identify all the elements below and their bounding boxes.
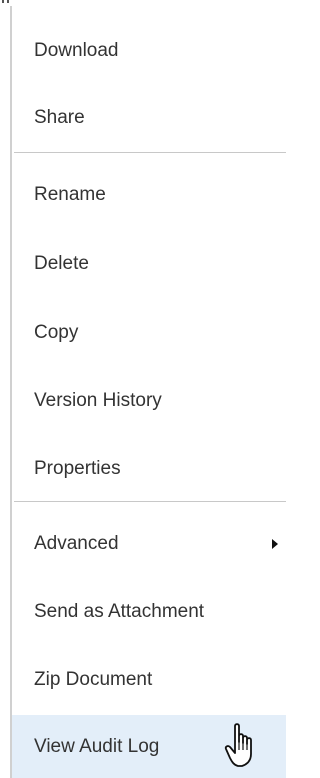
- menu-item-label: Share: [34, 107, 85, 128]
- menu-separator: [14, 152, 286, 153]
- menu-item-copy[interactable]: Copy: [12, 304, 286, 362]
- menu-item-delete[interactable]: Delete: [12, 235, 286, 293]
- menu-item-rename[interactable]: Rename: [12, 166, 286, 224]
- menu-item-label: Zip Document: [34, 669, 153, 690]
- menu-item-advanced[interactable]: Advanced: [12, 515, 286, 573]
- menu-item-share[interactable]: Share: [12, 89, 286, 147]
- menu-item-label: Copy: [34, 322, 79, 343]
- menu-item-download[interactable]: Download: [12, 22, 286, 80]
- menu-item-label: Advanced: [34, 533, 119, 554]
- menu-separator: [14, 501, 286, 502]
- submenu-arrow-icon: [272, 539, 278, 549]
- menu-item-label: Send as Attachment: [34, 601, 205, 622]
- context-menu: Download Share Rename Delete Copy Versio…: [10, 6, 286, 778]
- menu-item-label: Download: [34, 40, 119, 61]
- menu-item-label: Version History: [34, 390, 162, 411]
- menu-item-label: View Audit Log: [34, 735, 160, 757]
- menu-item-zip-document[interactable]: Zip Document: [12, 651, 286, 709]
- menu-item-send-as-attachment[interactable]: Send as Attachment: [12, 583, 286, 641]
- menu-item-properties[interactable]: Properties: [12, 440, 286, 498]
- menu-item-label: Rename: [34, 184, 106, 205]
- menu-item-label: Delete: [34, 253, 89, 274]
- menu-item-label: Properties: [34, 458, 121, 479]
- hand-pointer-icon: [224, 723, 252, 767]
- menu-item-version-history[interactable]: Version History: [12, 372, 286, 430]
